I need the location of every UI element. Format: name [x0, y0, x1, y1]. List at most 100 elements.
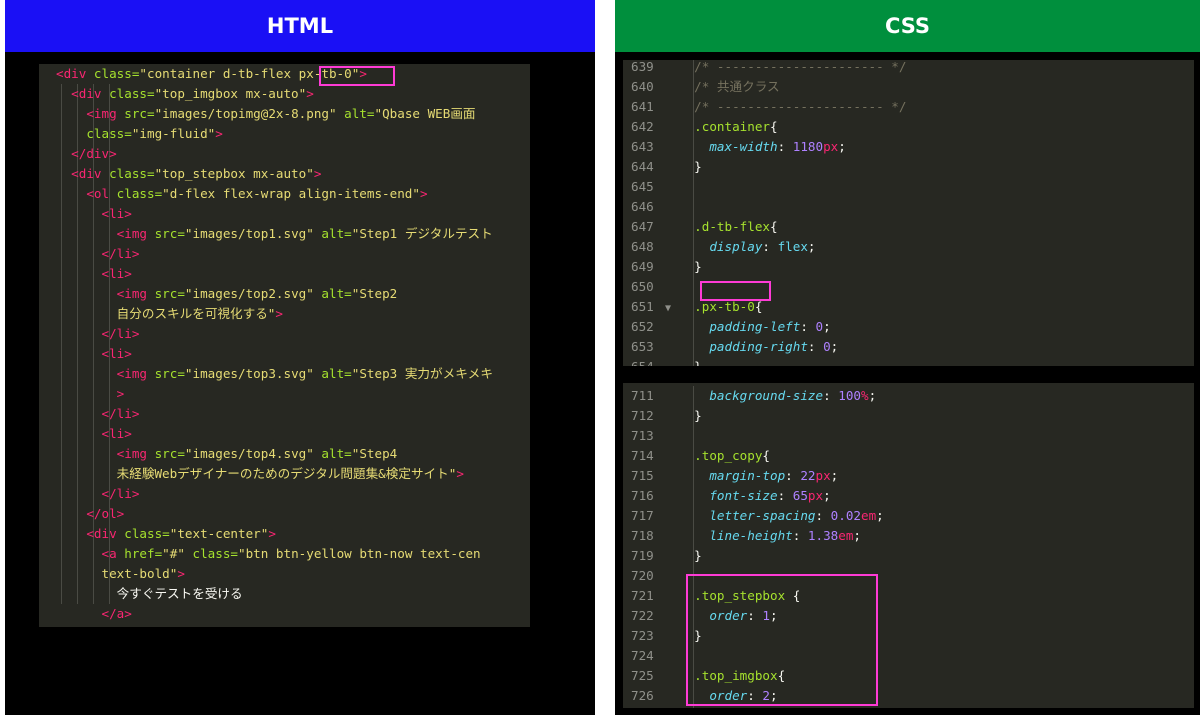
code-line: 653 padding-right: 0; — [623, 337, 1194, 357]
line-number: 648 — [631, 239, 654, 254]
indent-guide — [693, 406, 694, 426]
code-token: alt= — [321, 286, 352, 301]
code-token: <li> — [56, 346, 132, 361]
code-content: } — [679, 706, 702, 708]
code-token: src= — [154, 286, 185, 301]
code-token: { — [770, 219, 778, 234]
code-token: > — [215, 126, 223, 141]
code-line: <a href="#" class="btn btn-yellow btn-no… — [56, 544, 493, 564]
code-token: ; — [807, 239, 816, 254]
code-token: src= — [124, 106, 155, 121]
code-token: } — [679, 159, 702, 174]
code-line: <div class="top_imgbox mx-auto"> — [56, 84, 493, 104]
code-token: : — [762, 239, 778, 254]
code-token: { — [762, 448, 770, 463]
code-content: line-height: 1.38em; — [679, 526, 861, 546]
fold-arrow-icon[interactable]: ▼ — [665, 303, 671, 314]
code-content: max-width: 1180px; — [679, 137, 846, 157]
code-token: padding-left — [679, 319, 801, 334]
code-line: 725 .top_imgbox{ — [623, 666, 1194, 686]
code-token: : — [800, 319, 816, 334]
line-number: 716 — [631, 488, 654, 503]
code-token: 1180 — [792, 139, 824, 154]
css-panel-title: CSS — [884, 14, 931, 38]
css-code-editor-top[interactable]: 639 /* ---------------------- */640 /* 共… — [623, 60, 1194, 366]
indent-guide — [693, 486, 694, 506]
code-token: ; — [868, 388, 877, 403]
code-token: /* 共通クラス — [679, 79, 780, 94]
code-content: } — [679, 546, 702, 566]
line-number: 722 — [631, 608, 654, 623]
code-token: /* ---------------------- */ — [679, 60, 907, 74]
code-token: 未経験Webデザイナーのためのデジタル問題集&検定サイト" — [56, 466, 457, 481]
code-token: <div — [56, 166, 110, 181]
line-number: 640 — [631, 79, 654, 94]
code-token: em — [838, 528, 854, 543]
code-token: > — [456, 466, 464, 481]
code-line: 720 — [623, 566, 1194, 586]
code-token: : — [807, 339, 824, 354]
indent-guide — [693, 337, 694, 357]
code-line: </li> — [56, 404, 493, 424]
html-code-editor[interactable]: <div class="container d-tb-flex px-tb-0"… — [39, 64, 530, 627]
code-token: 0 — [815, 319, 824, 334]
code-token: : — [777, 488, 793, 503]
code-token: } — [679, 408, 702, 423]
code-token: 22 — [800, 468, 816, 483]
code-token: <div — [56, 526, 125, 541]
code-content: /* ---------------------- */ — [679, 97, 906, 117]
css-code-editor-bottom[interactable]: 711 background-size: 100%; 712 } 713 714 .t… — [623, 383, 1194, 708]
code-token: 0 — [823, 339, 831, 354]
code-token: "Qbase WEB画面 — [374, 106, 476, 121]
html-panel-header: HTML — [5, 0, 595, 52]
code-token: % — [860, 388, 869, 403]
code-line: 640 /* 共通クラス — [623, 77, 1194, 97]
code-token: 1.38 — [807, 528, 839, 543]
code-content: } — [679, 157, 702, 177]
code-token: { — [792, 588, 801, 603]
code-token: "top_stepbox mx-auto" — [154, 166, 314, 181]
code-token: > — [306, 86, 314, 101]
code-line: <img src="images/top1.svg" alt="Step1 デジ… — [56, 224, 493, 244]
indent-guide — [693, 217, 694, 237]
code-content: background-size: 100%; — [679, 386, 876, 406]
code-token: > — [56, 386, 125, 401]
indent-guide — [693, 237, 694, 257]
indent-guide — [693, 626, 694, 646]
code-token: src= — [154, 226, 185, 241]
code-line: 648 display: flex; — [623, 237, 1194, 257]
code-token: "img-fluid" — [131, 126, 216, 141]
indent-guide — [693, 666, 694, 686]
code-line: 649 } — [623, 257, 1194, 277]
code-line: 今すぐテストを受ける — [56, 584, 493, 604]
line-number: 711 — [631, 388, 654, 403]
code-token: : — [747, 608, 763, 623]
line-number: 642 — [631, 119, 654, 134]
code-token: : — [792, 528, 808, 543]
line-number: 720 — [631, 568, 654, 583]
code-token: ; — [838, 139, 846, 154]
code-line: 716 font-size: 65px; — [623, 486, 1194, 506]
code-line: 715 margin-top: 22px; — [623, 466, 1194, 486]
code-token: </li> — [56, 406, 140, 421]
code-line: <div class="text-center"> — [56, 524, 493, 544]
code-token: 0.02 — [830, 508, 861, 523]
indent-guide — [693, 117, 694, 137]
code-token: ; — [770, 688, 778, 703]
code-line: </li> — [56, 244, 493, 264]
code-token: { — [770, 119, 778, 134]
code-token: alt= — [321, 366, 352, 381]
code-token: : — [823, 388, 839, 403]
indent-guide — [693, 426, 694, 446]
code-token: "images/top3.svg" — [184, 366, 322, 381]
code-token: : — [747, 688, 763, 703]
code-token: .top_copy — [679, 448, 763, 463]
line-number: 643 — [631, 139, 654, 154]
code-line: <li> — [56, 424, 493, 444]
code-line: <li> — [56, 204, 493, 224]
line-number: 723 — [631, 628, 654, 643]
code-line: </div> — [56, 144, 493, 164]
code-token: "images/top1.svg" — [184, 226, 322, 241]
indent-guide — [693, 277, 694, 297]
code-token: px — [807, 488, 824, 503]
